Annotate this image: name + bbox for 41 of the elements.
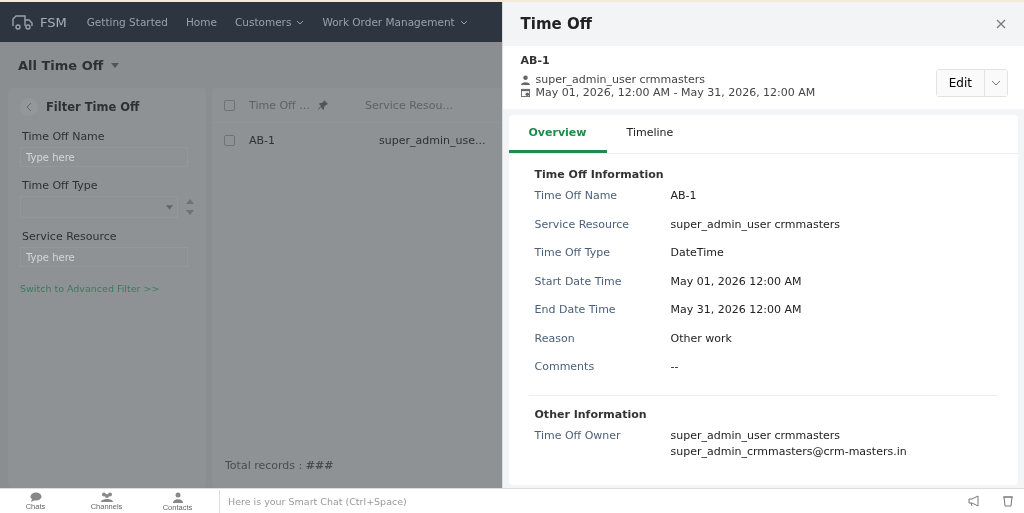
date-range: May 01, 2026, 12:00 AM - May 31, 2026, 12:00 AM [535, 86, 816, 99]
field-label: Service Resource [21, 230, 118, 243]
record-name: AB-1 [520, 54, 551, 67]
nav-item[interactable]: Getting Started [86, 16, 168, 28]
tab[interactable]: Overview [508, 115, 607, 153]
field-label: Time Off Name [534, 189, 619, 204]
field-value: -- [670, 360, 679, 373]
field-label: Time Off Owner [534, 428, 622, 444]
edit-button[interactable]: Edit [936, 69, 985, 96]
field-label: Time Off Type [534, 246, 611, 261]
view-selector[interactable]: All Time Off [18, 57, 120, 73]
nav-item[interactable]: Work Order Management [322, 16, 468, 28]
table-cell-text: super_admin_use... [379, 133, 487, 147]
field-value: super_admin_user crmmasters [670, 217, 841, 231]
field-value: Other work [670, 331, 732, 345]
field-value: AB-1 [670, 189, 697, 202]
nav-item[interactable]: Home [185, 16, 217, 28]
field-label: Time Off Type [21, 179, 99, 192]
field-label: Service Resource [534, 217, 631, 233]
field-label: Reason [534, 331, 576, 347]
field-value: May 31, 2026 12:00 AM [670, 303, 802, 316]
tab[interactable]: Timeline [606, 115, 694, 153]
total-records: Total records : ### [225, 459, 334, 472]
table-cell-text: AB-1 [249, 133, 277, 147]
input-field[interactable]: Type here [20, 147, 188, 167]
panel-title: Time Off [520, 15, 592, 33]
field-value: DateTime [670, 246, 724, 259]
field-label: Start Date Time [534, 274, 623, 290]
field-label: Comments [534, 360, 596, 375]
field-value: super_admin_user crmmasters [670, 428, 842, 442]
owner-name: super_admin_user crmmasters [535, 73, 706, 86]
nav-item[interactable]: Customers [234, 16, 305, 28]
field-value: super_admin_crmmasters@crm-masters.in [670, 444, 907, 458]
field-value: May 01, 2026 12:00 AM [670, 274, 802, 288]
section-title: Other Information [534, 407, 648, 421]
field-label: Time Off Name [21, 130, 106, 143]
input-field[interactable]: Type here [20, 247, 188, 267]
field-label: End Date Time [534, 303, 617, 318]
filter-title: Filter Time Off [46, 100, 140, 114]
section-title: Time Off Information [534, 168, 665, 181]
app-brand: FSM [40, 14, 67, 30]
